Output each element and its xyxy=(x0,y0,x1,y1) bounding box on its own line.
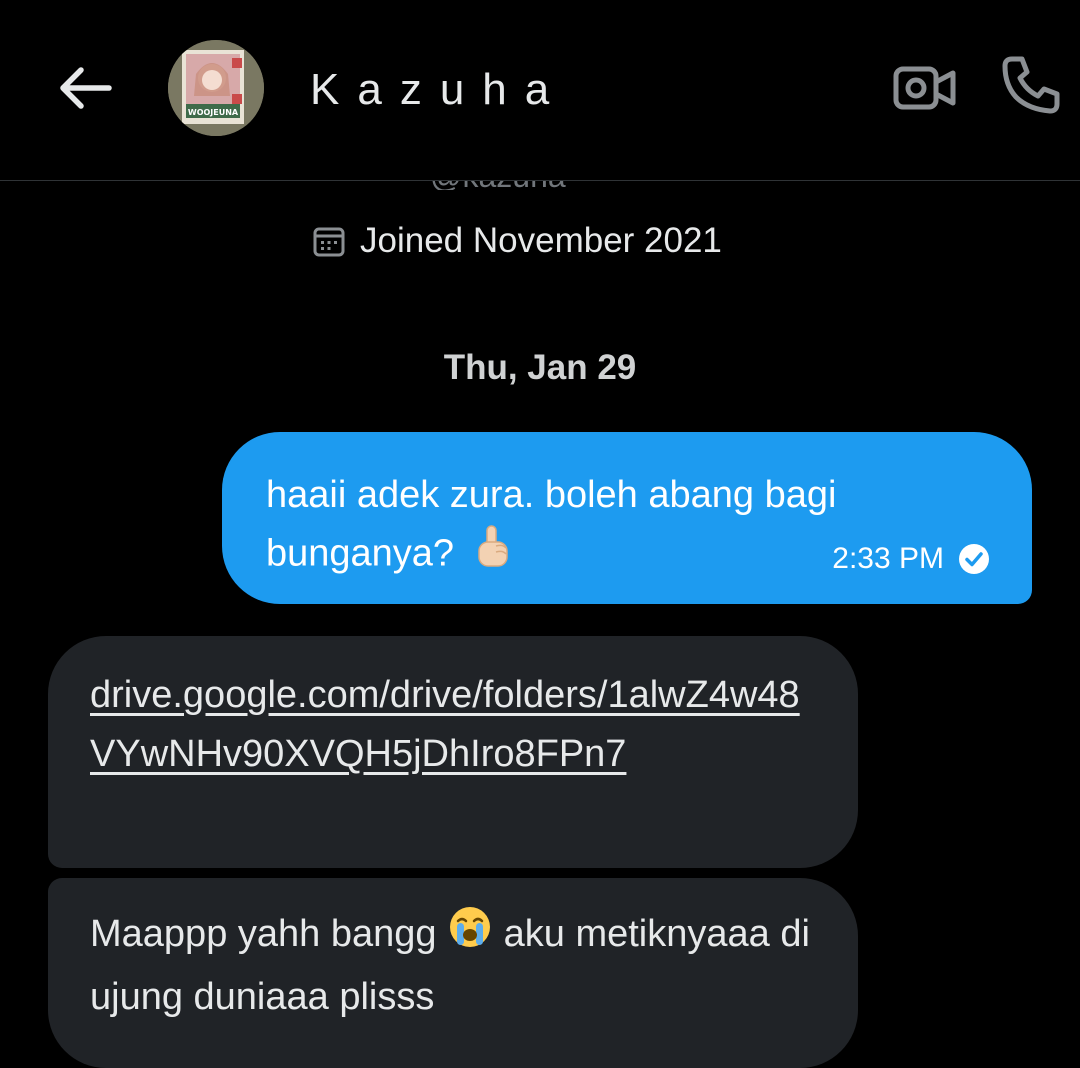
joined-label: Joined November 2021 xyxy=(360,221,722,260)
phone-icon xyxy=(1002,56,1060,114)
voice-call-button[interactable] xyxy=(996,52,1066,118)
conversation-header: WOOJEUNA Kazuha xyxy=(0,0,1080,181)
crying-face-emoji xyxy=(447,904,493,968)
date-separator: Thu, Jan 29 xyxy=(443,348,637,387)
incoming-message[interactable]: Maappp yahh bangg aku metiknyaaa di ujun… xyxy=(48,878,858,1068)
message-meta: 2:33 PM xyxy=(832,542,990,576)
video-call-button[interactable] xyxy=(890,58,960,118)
joined-date: Joined November 2021 xyxy=(312,218,722,264)
incoming-message[interactable]: drive.google.com/drive/folders/1alwZ4w48… xyxy=(48,636,858,868)
pointing-up-emoji xyxy=(473,524,513,587)
message-body-start: Maappp yahh bangg xyxy=(90,913,437,956)
message-time: 2:33 PM xyxy=(832,542,944,575)
outgoing-message[interactable]: haaii adek zura. boleh abang bagi bungan… xyxy=(222,432,1032,604)
drive-link[interactable]: drive.google.com/drive/folders/1alwZ4w48… xyxy=(90,666,816,784)
check-circle-icon xyxy=(959,544,989,574)
svg-text:WOOJEUNA: WOOJEUNA xyxy=(188,108,239,117)
message-body: haaii adek zura. boleh abang bagi bungan… xyxy=(266,474,837,575)
back-button[interactable] xyxy=(55,60,115,116)
avatar-image: WOOJEUNA xyxy=(168,40,264,136)
calendar-icon xyxy=(313,227,345,257)
message-text: Maappp yahh bangg aku metiknyaaa di ujun… xyxy=(90,904,816,1027)
page-title: Kazuha xyxy=(310,65,568,114)
avatar[interactable]: WOOJEUNA xyxy=(168,40,264,136)
video-camera-icon xyxy=(893,66,956,110)
arrow-left-icon xyxy=(60,67,112,109)
